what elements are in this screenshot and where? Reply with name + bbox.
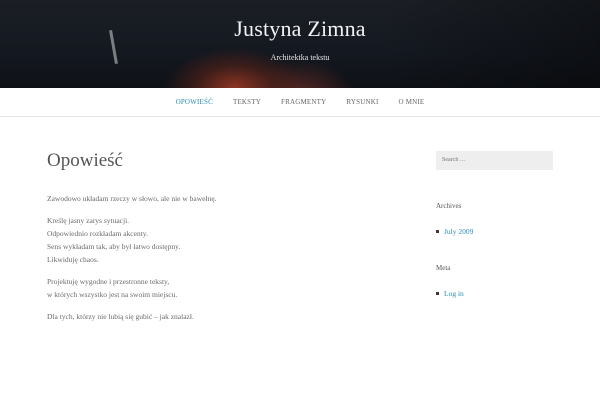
site-title[interactable]: Justyna Zimna xyxy=(0,16,600,42)
banner-shade xyxy=(380,0,600,88)
archives-list: July 2009 xyxy=(436,227,553,236)
nav-item-fragmenty[interactable]: FRAGMENTY xyxy=(281,98,326,106)
sidebar: Archives July 2009 Meta Log in xyxy=(436,148,553,298)
text-line: w których wszystko jest na swoim miejscu… xyxy=(47,290,178,299)
page-title: Opowieść xyxy=(47,150,123,171)
paragraph: Zawodowo układam rzeczy w słowo, ale nie… xyxy=(47,192,367,205)
text-line: Dla tych, którzy nie lubią się gubić – j… xyxy=(47,312,194,321)
text-line: Sens wykładam tak, aby był łatwo dostępn… xyxy=(47,242,181,251)
nav-item-teksty[interactable]: TEKSTY xyxy=(233,98,261,106)
page-content: Opowieść Zawodowo układam rzeczy w słowo… xyxy=(47,150,367,332)
paragraph: Kreślę jasny zarys sytuacji. Odpowiednio… xyxy=(47,214,367,266)
text-line: Kreślę jasny zarys sytuacji. xyxy=(47,216,130,225)
meta-widget-title: Meta xyxy=(436,263,451,272)
nav-item-o-mnie[interactable]: O MNIE xyxy=(399,98,425,106)
site-description: Architektka tekstu xyxy=(270,53,330,62)
search-input[interactable] xyxy=(436,150,553,170)
archive-link-july-2009[interactable]: July 2009 xyxy=(436,227,553,236)
log-in-link[interactable]: Log in xyxy=(436,289,553,298)
nav-item-opowiesc[interactable]: OPOWIEŚĆ xyxy=(176,98,213,106)
archives-widget-title: Archives xyxy=(436,201,462,210)
text-line: Zawodowo układam rzeczy w słowo, ale nie… xyxy=(47,194,217,203)
meta-list: Log in xyxy=(436,289,553,298)
paragraph: Dla tych, którzy nie lubią się gubić – j… xyxy=(47,310,367,323)
text-line: Odpowiednio rozkładam akcenty. xyxy=(47,229,148,238)
main-navigation: OPOWIEŚĆ TEKSTY FRAGMENTY RYSUNKI O MNIE xyxy=(0,88,600,117)
text-line: Projektuję wygodne i przestronne teksty, xyxy=(47,277,170,286)
text-line: Likwiduję chaos. xyxy=(47,255,99,264)
header-banner: Justyna Zimna Architektka tekstu xyxy=(0,0,600,88)
nav-item-rysunki[interactable]: RYSUNKI xyxy=(346,98,378,106)
paragraph: Projektuję wygodne i przestronne teksty,… xyxy=(47,275,367,301)
